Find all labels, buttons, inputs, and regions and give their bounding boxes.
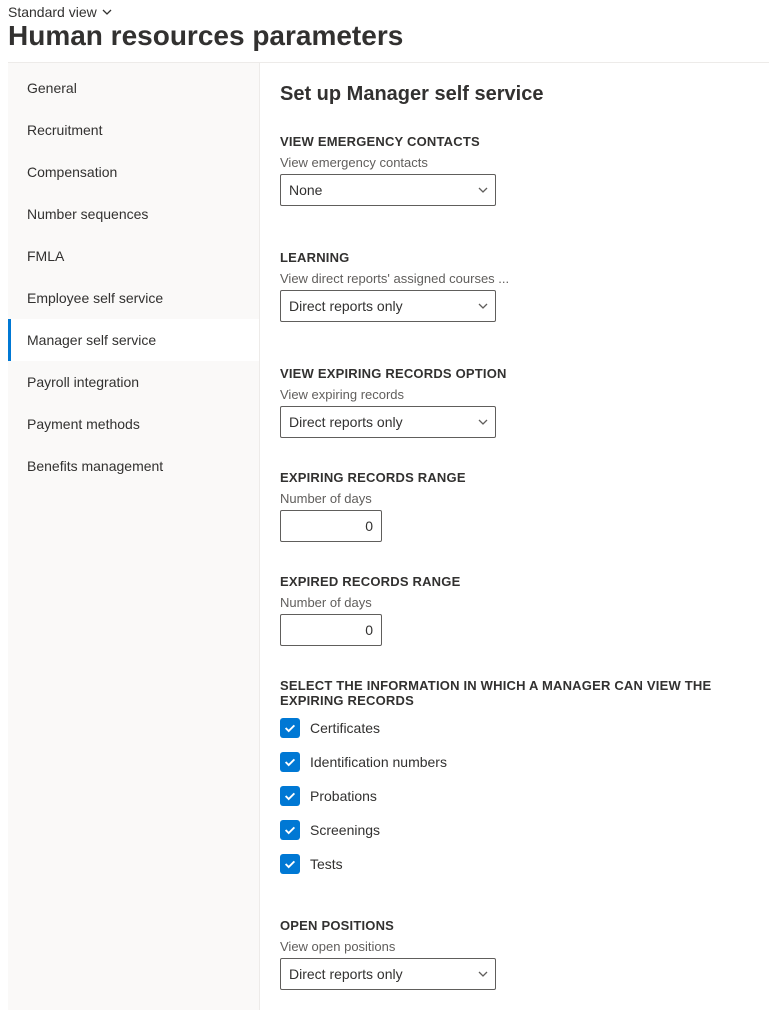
field-label-expiring-option: View expiring records — [280, 387, 759, 402]
select-emergency-contacts[interactable]: None — [280, 174, 496, 206]
section-header-expiring-range: EXPIRING RECORDS RANGE — [280, 470, 759, 485]
sidebar-item-general[interactable]: General — [8, 67, 259, 109]
chevron-down-icon — [477, 968, 487, 978]
view-switcher[interactable]: Standard view — [0, 0, 777, 20]
page-title: Human resources parameters — [0, 20, 777, 62]
sidebar-item-compensation[interactable]: Compensation — [8, 151, 259, 193]
sidebar-item-payment-methods[interactable]: Payment methods — [8, 403, 259, 445]
checkbox-row-screenings[interactable]: Screenings — [280, 820, 759, 840]
checkbox-icon — [280, 786, 300, 806]
section-header-select-info: SELECT THE INFORMATION IN WHICH A MANAGE… — [280, 678, 759, 708]
select-value: Direct reports only — [289, 298, 471, 314]
section-header-expired-range: EXPIRED RECORDS RANGE — [280, 574, 759, 589]
select-learning[interactable]: Direct reports only — [280, 290, 496, 322]
section-header-open-positions: OPEN POSITIONS — [280, 918, 759, 933]
field-label-expiring-range: Number of days — [280, 491, 759, 506]
checkbox-row-tests[interactable]: Tests — [280, 854, 759, 874]
chevron-down-icon — [101, 6, 111, 16]
sidebar: General Recruitment Compensation Number … — [8, 63, 260, 1010]
checkbox-label: Tests — [310, 856, 343, 872]
select-expiring-records[interactable]: Direct reports only — [280, 406, 496, 438]
section-header-emergency: VIEW EMERGENCY CONTACTS — [280, 134, 759, 149]
select-value: Direct reports only — [289, 966, 471, 982]
input-expiring-days[interactable]: 0 — [280, 510, 382, 542]
chevron-down-icon — [477, 184, 487, 194]
checkbox-row-identification-numbers[interactable]: Identification numbers — [280, 752, 759, 772]
section-header-learning: LEARNING — [280, 250, 759, 265]
checkbox-icon — [280, 820, 300, 840]
checkbox-label: Identification numbers — [310, 754, 447, 770]
checkbox-row-certificates[interactable]: Certificates — [280, 718, 759, 738]
field-label-emergency: View emergency contacts — [280, 155, 759, 170]
view-switcher-label: Standard view — [8, 4, 97, 20]
select-value: None — [289, 182, 471, 198]
field-label-learning: View direct reports' assigned courses ..… — [280, 271, 759, 286]
checkbox-label: Certificates — [310, 720, 380, 736]
checkbox-icon — [280, 718, 300, 738]
checkbox-icon — [280, 854, 300, 874]
checkbox-icon — [280, 752, 300, 772]
chevron-down-icon — [477, 300, 487, 310]
sidebar-item-fmla[interactable]: FMLA — [8, 235, 259, 277]
input-value: 0 — [365, 622, 373, 638]
input-value: 0 — [365, 518, 373, 534]
content-title: Set up Manager self service — [280, 83, 759, 106]
field-label-expired-range: Number of days — [280, 595, 759, 610]
sidebar-item-number-sequences[interactable]: Number sequences — [8, 193, 259, 235]
input-expired-days[interactable]: 0 — [280, 614, 382, 646]
select-value: Direct reports only — [289, 414, 471, 430]
section-header-expiring-option: VIEW EXPIRING RECORDS OPTION — [280, 366, 759, 381]
checkbox-label: Screenings — [310, 822, 380, 838]
sidebar-item-manager-self-service[interactable]: Manager self service — [8, 319, 259, 361]
sidebar-item-recruitment[interactable]: Recruitment — [8, 109, 259, 151]
chevron-down-icon — [477, 416, 487, 426]
checkbox-label: Probations — [310, 788, 377, 804]
sidebar-item-benefits-management[interactable]: Benefits management — [8, 445, 259, 487]
content-pane: Set up Manager self service VIEW EMERGEN… — [260, 63, 769, 1010]
sidebar-item-payroll-integration[interactable]: Payroll integration — [8, 361, 259, 403]
field-label-open-positions: View open positions — [280, 939, 759, 954]
checkbox-group-expiring-info: Certificates Identification numbers Prob… — [280, 718, 759, 874]
select-open-positions[interactable]: Direct reports only — [280, 958, 496, 990]
checkbox-row-probations[interactable]: Probations — [280, 786, 759, 806]
sidebar-item-employee-self-service[interactable]: Employee self service — [8, 277, 259, 319]
